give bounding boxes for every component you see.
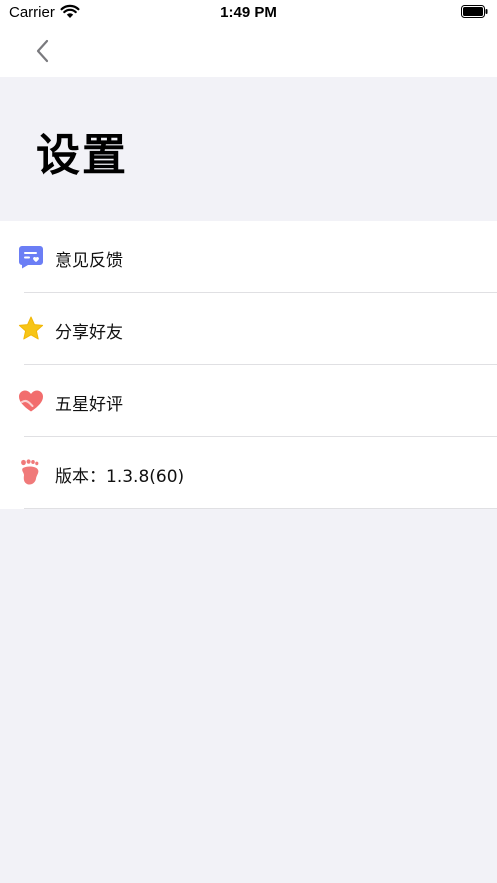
page-title: 设置	[36, 130, 128, 181]
status-bar: Carrier 1:49 PM	[0, 0, 497, 26]
settings-item-label: 五星好评	[55, 395, 123, 415]
version-label: 版本：1.3.8(60)	[55, 467, 185, 487]
star-icon	[17, 315, 44, 342]
settings-item-label: 分享好友	[55, 323, 123, 343]
status-time: 1:49 PM	[220, 4, 277, 21]
chevron-left-icon	[36, 39, 49, 63]
feedback-icon	[17, 243, 44, 270]
settings-item-version: 版本：1.3.8(60)	[0, 437, 497, 509]
battery-icon	[461, 5, 488, 18]
title-area: 设置	[0, 77, 497, 221]
navigation-bar	[0, 26, 497, 77]
footprint-icon	[17, 459, 44, 486]
settings-item-feedback[interactable]: 意见反馈	[0, 221, 497, 293]
heart-icon	[17, 387, 44, 414]
settings-item-label: 意见反馈	[55, 251, 123, 271]
settings-item-share[interactable]: 分享好友	[0, 293, 497, 365]
settings-screen: Carrier 1:49 PM 设置 意见反馈 分享好友 五星好评 版本：1.3…	[0, 0, 497, 883]
back-button[interactable]	[28, 36, 56, 66]
settings-list: 意见反馈 分享好友 五星好评 版本：1.3.8(60)	[0, 221, 497, 509]
settings-item-rate[interactable]: 五星好评	[0, 365, 497, 437]
row-separator	[24, 508, 497, 509]
